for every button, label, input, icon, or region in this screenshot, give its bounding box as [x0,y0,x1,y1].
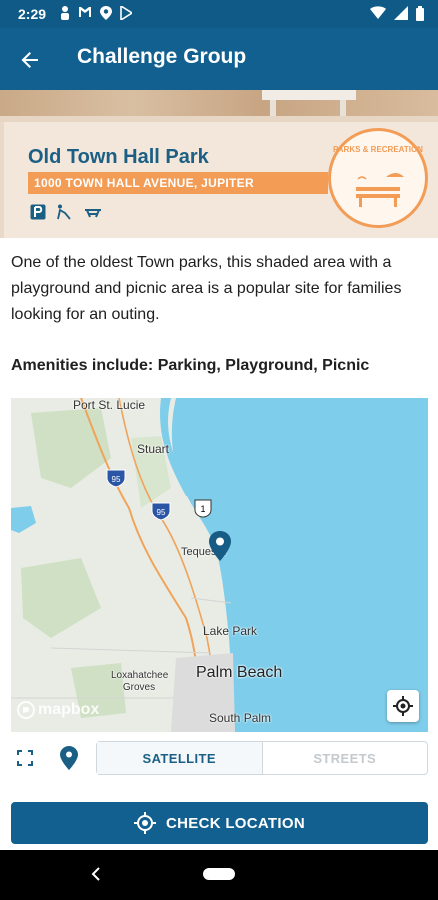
play-store-icon [120,6,132,20]
battery-icon [416,6,424,21]
status-time: 2:29 [18,6,47,22]
map-style-toggle: SATELLITE STREETS [96,741,428,775]
signal-icon [394,6,408,20]
address-bar: 1000 TOWN HALL AVENUE, JUPITER [28,172,328,194]
person-icon [61,6,69,20]
satellite-tab[interactable]: SATELLITE [97,742,263,774]
park-location-pin-icon[interactable] [209,531,231,561]
nav-home-button[interactable] [203,868,235,880]
us-route-shield-icon: 1 [194,499,212,518]
park-address: 1000 TOWN HALL AVENUE, JUPITER [34,176,254,190]
check-location-label: CHECK LOCATION [166,814,305,832]
fullscreen-button[interactable] [16,749,34,772]
amenities-text: Amenities include: Parking, Playground, … [11,357,370,374]
crosshair-icon [393,696,413,716]
system-nav-bar [0,850,438,900]
my-location-button[interactable] [387,690,419,722]
bench-logo-icon [356,173,404,207]
arrow-back-icon [21,52,38,68]
notification-icons [60,6,132,20]
picnic-icon [85,209,101,218]
gps-icon [134,812,157,834]
map-toolbar: SATELLITE STREETS [0,740,438,778]
nav-back-button[interactable] [88,866,104,887]
shield-number: 1 [200,504,205,514]
mapbox-icon [17,701,35,719]
gmail-icon [79,7,91,17]
back-button[interactable] [14,44,46,76]
mapbox-logo: mapbox [17,701,99,719]
park-description: One of the oldest Town parks, this shade… [11,254,402,323]
parking-icon [30,204,46,220]
map-label-port-st-lucie: Port St. Lucie [73,398,146,412]
page-title: Challenge Group [77,45,247,68]
fullscreen-icon [17,750,33,766]
map-label-south-palm: South Palm [209,711,272,725]
amenity-icons [30,204,102,220]
status-bar: 2:29 [0,0,438,28]
interstate-shield-icon: 95 [151,502,171,521]
map-pin-icon [60,746,78,770]
park-name: Old Town Hall Park [28,146,209,168]
map-label-palm-beach: Palm Beach [196,664,283,681]
map-label-stuart: Stuart [137,442,170,456]
shield-number: 95 [157,508,166,517]
chevron-left-icon [91,867,100,881]
bench-illustration [0,90,438,122]
mapbox-text: mapbox [38,701,100,718]
shield-number: 95 [112,475,121,484]
park-photo [0,90,438,122]
app-bar: Challenge Group [0,28,438,90]
check-location-button[interactable]: CHECK LOCATION [11,802,428,844]
wifi-icon [370,6,386,19]
location-icon [100,6,112,20]
badge-text: PARKS & RECREATION [333,145,423,154]
map-label-loxahatchee-groves: Loxahatchee Groves [111,670,169,693]
playground-icon [57,204,71,220]
streets-tab[interactable]: STREETS [263,742,428,774]
map-view[interactable]: Port St. Lucie Stuart Tequesta Lake Park… [11,398,428,732]
interstate-shield-icon: 95 [106,469,126,488]
park-banner: Old Town Hall Park 1000 TOWN HALL AVENUE… [0,90,438,238]
system-icons [370,6,424,21]
map-label-lake-park: Lake Park [203,624,258,638]
center-pin-button[interactable] [60,746,78,775]
parks-recreation-badge: PARKS & RECREATION [328,128,428,228]
